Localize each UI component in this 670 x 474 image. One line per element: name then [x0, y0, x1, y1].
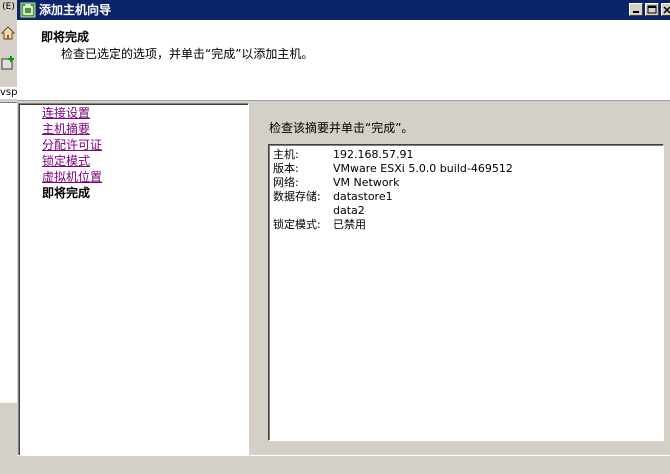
background-app-sliver: (E) vsp — [0, 0, 18, 473]
wizard-app-icon — [20, 2, 36, 18]
nav-step-assign-license[interactable]: 分配许可证 — [42, 137, 102, 153]
menu-fragment[interactable]: (E) — [0, 0, 17, 14]
add-host-wizard-dialog: 添加主机向导 即将完成 检查已选定的选项，并单击“完成”以添加主机。 连接设置 … — [17, 0, 670, 474]
network-value: VM Network — [333, 176, 400, 189]
datastore-value-2: data2 — [333, 204, 365, 217]
minimize-button[interactable] — [629, 3, 643, 16]
wizard-header: 即将完成 检查已选定的选项，并单击“完成”以添加主机。 — [17, 20, 670, 101]
minimize-icon — [633, 11, 639, 13]
nav-step-ready-to-complete: 即将完成 — [42, 186, 91, 200]
maximize-button[interactable] — [645, 3, 659, 16]
lockdown-value: 已禁用 — [333, 218, 366, 231]
close-button[interactable] — [661, 3, 670, 16]
tree-fragment-panel — [0, 102, 17, 403]
network-label: 网络: — [273, 176, 299, 189]
nav-step-host-summary[interactable]: 主机摘要 — [42, 121, 90, 137]
version-label: 版本: — [273, 162, 299, 175]
host-label: 主机: — [273, 148, 299, 161]
nav-step-lockdown-mode[interactable]: 锁定模式 — [42, 153, 90, 169]
summary-text-box[interactable]: 主机: 192.168.57.91 版本: VMware ESXi 5.0.0 … — [268, 144, 664, 441]
lockdown-label: 锁定模式: — [273, 218, 321, 231]
title-bar[interactable]: 添加主机向导 — [17, 0, 670, 20]
host-value: 192.168.57.91 — [333, 148, 414, 161]
add-host-icon[interactable] — [1, 56, 15, 70]
wizard-step-nav: 连接设置 主机摘要 分配许可证 锁定模式 虚拟机位置 即将完成 — [18, 103, 249, 457]
version-value: VMware ESXi 5.0.0 build-469512 — [333, 162, 513, 175]
datastore-value-1: datastore1 — [333, 190, 393, 203]
step-description: 检查已选定的选项，并单击“完成”以添加主机。 — [61, 47, 314, 61]
maximize-icon — [647, 5, 657, 14]
home-icon[interactable] — [0, 26, 16, 40]
nav-step-connection-settings[interactable]: 连接设置 — [42, 105, 90, 121]
background-button-fragment — [0, 402, 17, 429]
step-title: 即将完成 — [41, 30, 90, 44]
datastore-label: 数据存储: — [273, 190, 321, 203]
summary-instruction: 检查该摘要并单击“完成”。 — [269, 121, 414, 135]
dialog-title: 添加主机向导 — [39, 3, 112, 17]
tree-fragment-label: vsp — [0, 87, 17, 99]
close-icon — [663, 6, 670, 14]
nav-step-vm-location[interactable]: 虚拟机位置 — [42, 169, 102, 185]
dialog-bottom-edge — [17, 455, 670, 474]
